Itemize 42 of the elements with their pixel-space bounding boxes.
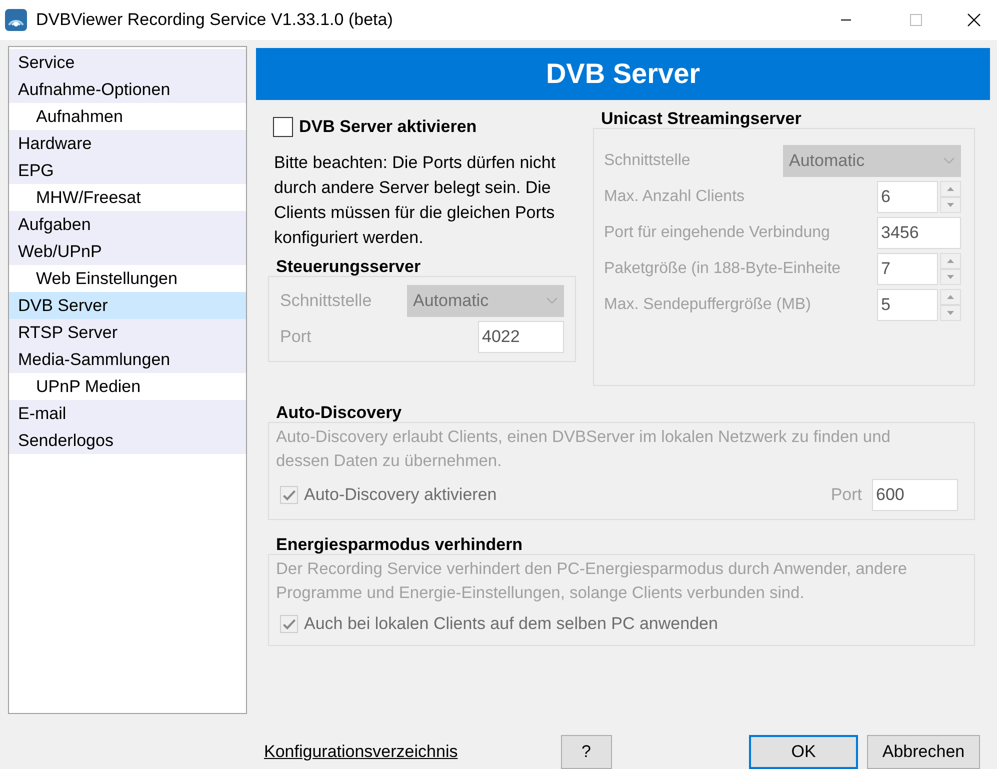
chevron-icon <box>546 296 558 304</box>
group-title: Auto-Discovery <box>276 402 403 424</box>
field-label: Port <box>280 326 312 348</box>
window-title: DVBViewer Recording Service V1.33.1.0 (beta) <box>36 9 393 32</box>
button[interactable]: ? <box>560 735 612 769</box>
field-label: Schnittstelle <box>280 290 372 312</box>
chevron-icon <box>943 157 955 165</box>
tree-item[interactable]: Aufnahme-Optionen <box>9 76 246 103</box>
group-title: Energiesparmodus verhindern <box>276 534 524 556</box>
field-label: Schnittstelle <box>604 151 690 171</box>
checkbox-label[interactable]: DVB Server aktivieren <box>299 114 477 140</box>
tree-item[interactable]: Media-Sammlungen <box>9 346 246 373</box>
field-label: Max. Sendepuffergröße (MB) <box>604 295 811 315</box>
tree-item[interactable]: Service <box>9 49 246 76</box>
tree-item[interactable]: DVB Server <box>9 292 246 319</box>
field-label: Paketgröße (in 188-Byte-Einheite <box>604 259 841 279</box>
spin-buttons-icon[interactable] <box>940 253 961 285</box>
button[interactable]: OK <box>749 735 858 769</box>
checkmark-icon <box>282 616 296 631</box>
tree-item[interactable]: Web/UPnP <box>9 238 246 265</box>
checkbox[interactable] <box>273 116 293 137</box>
field-label: Port für eingehende Verbindung <box>604 223 830 243</box>
description-text: Der Recording Service verhindert den PC-Energiesparmodus durch Anwender, andere Programme und Energie-Einstellungen, solange Clients verbunden sind. <box>276 559 908 604</box>
checkmark-icon <box>282 488 296 502</box>
note-text: Bitte beachten: Die Ports dürfen nicht durch andere Server belegt sein. Die Clients müssen für die gleichen Ports konfiguriert werden. <box>274 152 557 248</box>
page-header: DVB Server <box>256 48 990 100</box>
tree-item[interactable]: RTSP Server <box>9 319 246 346</box>
description-text: Auto-Discovery erlaubt Clients, einen DVBServer im lokalen Netzwerk zu finden und dessen Daten zu übernehmen. <box>276 427 892 472</box>
tree-item[interactable]: Hardware <box>9 130 246 157</box>
spin-buttons-icon[interactable] <box>940 181 961 213</box>
tree-item[interactable]: Aufgaben <box>9 211 246 238</box>
tree-item[interactable]: Senderlogos <box>9 427 246 454</box>
link[interactable]: Konfigurationsverzeichnis <box>264 739 458 765</box>
spin-buttons-icon[interactable] <box>940 289 961 321</box>
tree-item[interactable]: EPG <box>9 157 246 184</box>
group-title: Steuerungsserver <box>276 256 422 278</box>
tree-item[interactable]: E-mail <box>9 400 246 427</box>
group-title: Unicast Streamingserver <box>601 108 802 130</box>
field-label: Port <box>830 484 862 506</box>
app-icon <box>4 8 28 32</box>
field-label: Max. Anzahl Clients <box>604 187 745 207</box>
button[interactable]: Abbrechen <box>867 735 980 769</box>
